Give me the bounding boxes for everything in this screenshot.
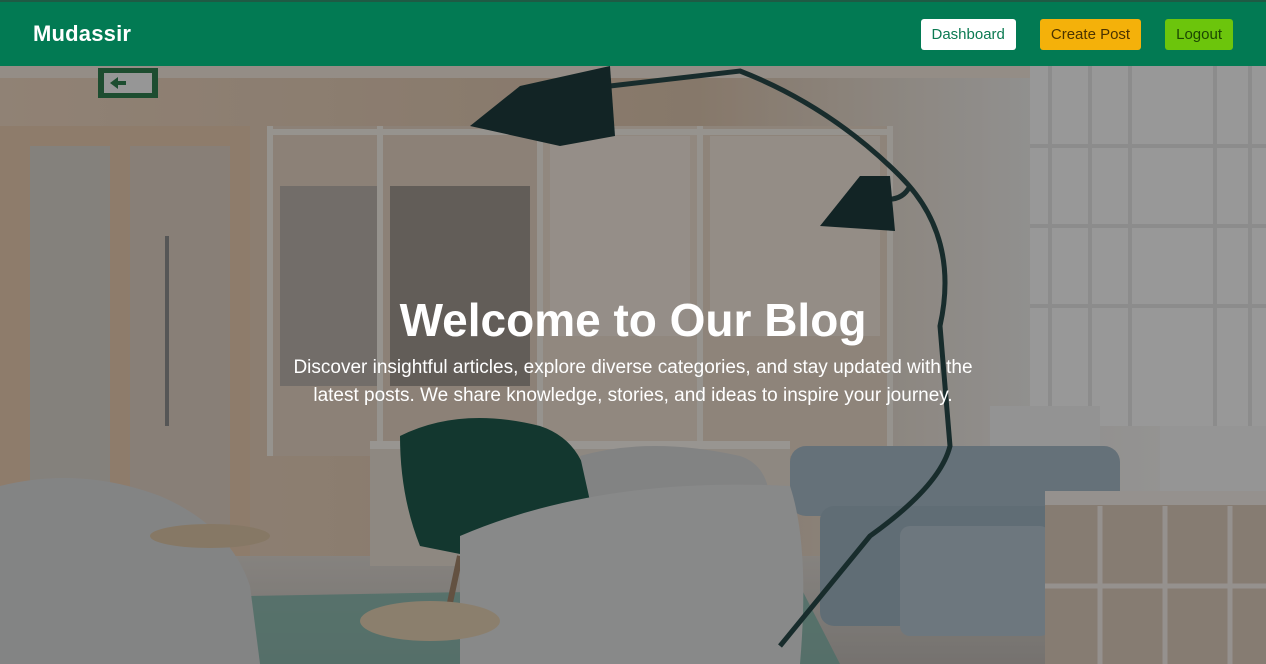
hero-content: Welcome to Our Blog Discover insightful …: [0, 292, 1266, 410]
nav-actions: Dashboard Create Post Logout: [920, 18, 1233, 50]
logout-button[interactable]: Logout: [1165, 18, 1233, 50]
top-navbar: Mudassir Dashboard Create Post Logout: [0, 0, 1266, 66]
hero-title: Welcome to Our Blog: [399, 294, 867, 346]
create-post-button[interactable]: Create Post: [1039, 18, 1142, 50]
hero-subtitle: Discover insightful articles, explore di…: [293, 357, 973, 406]
dashboard-button[interactable]: Dashboard: [920, 18, 1016, 50]
brand-logo-text[interactable]: Mudassir: [33, 21, 131, 47]
hero-section: Welcome to Our Blog Discover insightful …: [0, 66, 1266, 664]
